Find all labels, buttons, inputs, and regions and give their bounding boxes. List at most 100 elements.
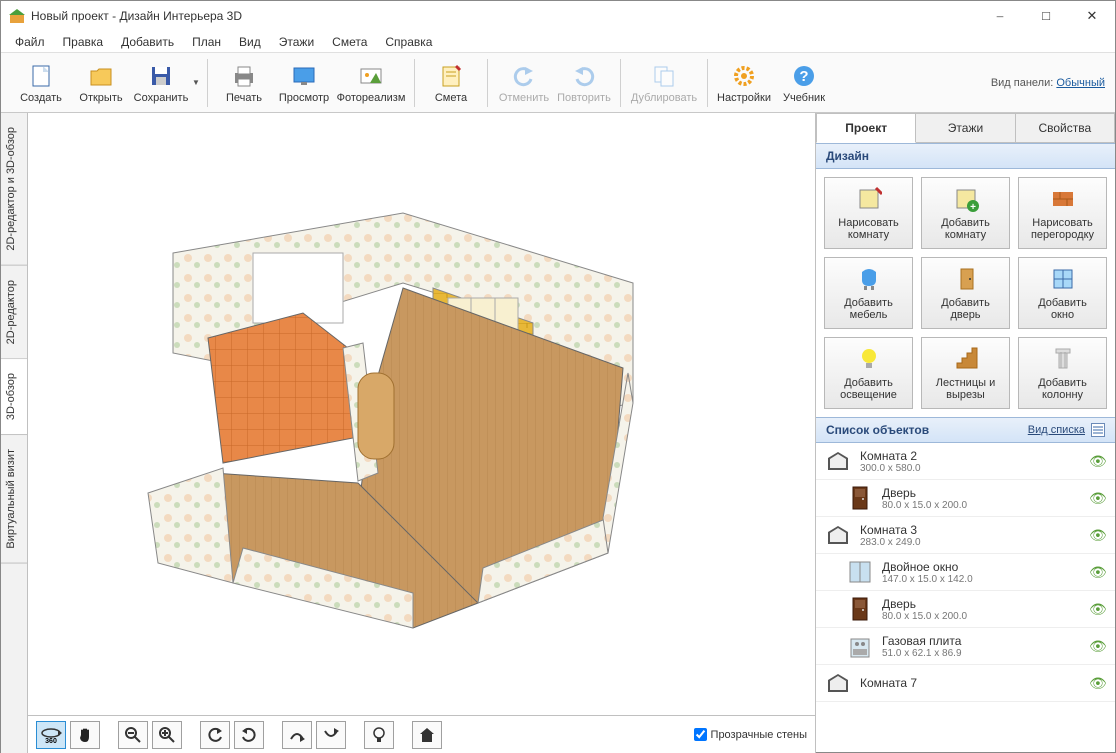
transparent-walls-checkbox[interactable]: Прозрачные стены (694, 728, 807, 741)
titlebar: Новый проект - Дизайн Интерьера 3D – □ ✕ (1, 1, 1115, 31)
toolbar-dropdown-icon[interactable]: ▼ (191, 56, 201, 110)
toolbar-separator (207, 59, 208, 107)
rotate-cw-icon[interactable] (234, 721, 264, 749)
side-tab[interactable]: 2D-редактор и 3D-обзор (1, 113, 27, 266)
right-tab[interactable]: Проект (816, 113, 916, 143)
toolbar-redo-button: Повторить (554, 56, 614, 110)
object-item[interactable]: Комната 3283.0 x 249.0👁 (816, 517, 1115, 554)
tilt-down-icon[interactable] (316, 721, 346, 749)
design-window-button[interactable]: Добавитьокно (1018, 257, 1107, 329)
photo-icon (357, 62, 385, 90)
window-icon (1049, 265, 1077, 293)
toolbar-save-button[interactable]: Сохранить (131, 56, 191, 110)
svg-text:+: + (970, 202, 976, 212)
tilt-up-icon[interactable] (282, 721, 312, 749)
wall-icon (1049, 185, 1077, 213)
toolbar-print-button[interactable]: Печать (214, 56, 274, 110)
draw-room-icon (855, 185, 883, 213)
side-tab[interactable]: Виртуальный визит (1, 435, 27, 564)
3d-viewport[interactable] (28, 113, 815, 715)
chair-icon (855, 265, 883, 293)
pan-icon[interactable] (70, 721, 100, 749)
visibility-eye-icon[interactable]: 👁 (1089, 453, 1107, 470)
design-chair-button[interactable]: Добавитьмебель (824, 257, 913, 329)
design-draw-room-button[interactable]: Нарисоватькомнату (824, 177, 913, 249)
visibility-eye-icon[interactable]: 👁 (1089, 527, 1107, 544)
objects-viewmode-link[interactable]: Вид списка (1028, 424, 1085, 436)
menu-вид[interactable]: Вид (231, 33, 269, 51)
door-icon (846, 595, 874, 623)
list-view-icon[interactable] (1091, 423, 1105, 437)
toolbar-notes-button[interactable]: Смета (421, 56, 481, 110)
rotate-ccw-icon[interactable] (200, 721, 230, 749)
minimize-button[interactable]: – (977, 1, 1023, 31)
redo-icon (570, 62, 598, 90)
design-stairs-button[interactable]: Лестницы ивырезы (921, 337, 1010, 409)
close-button[interactable]: ✕ (1069, 1, 1115, 31)
toolbar-label: Повторить (557, 92, 611, 104)
room-icon (824, 521, 852, 549)
toolbar-dup-button: Дублировать (627, 56, 701, 110)
design-door-button[interactable]: Добавитьдверь (921, 257, 1010, 329)
object-item[interactable]: Газовая плита51.0 x 62.1 x 86.9👁 (816, 628, 1115, 665)
app-icon (9, 8, 25, 24)
toolbar-undo-button: Отменить (494, 56, 554, 110)
design-wall-button[interactable]: Нарисоватьперегородку (1018, 177, 1107, 249)
menu-этажи[interactable]: Этажи (271, 33, 322, 51)
toolbar-folder-button[interactable]: Открыть (71, 56, 131, 110)
toolbar-label: Смета (435, 92, 467, 104)
toolbar-photo-button[interactable]: Фотореализм (334, 56, 408, 110)
toolbar-separator (707, 59, 708, 107)
object-item[interactable]: Комната 7👁 (816, 665, 1115, 702)
visibility-eye-icon[interactable]: 👁 (1089, 490, 1107, 507)
window-title: Новый проект - Дизайн Интерьера 3D (31, 9, 977, 23)
folder-icon (87, 62, 115, 90)
object-item[interactable]: Комната 2300.0 x 580.0👁 (816, 443, 1115, 480)
orbit-360-icon[interactable]: 360 (36, 721, 66, 749)
undo-icon (510, 62, 538, 90)
toolbar-monitor-button[interactable]: Просмотр (274, 56, 334, 110)
right-tab[interactable]: Этажи (916, 113, 1015, 143)
menu-файл[interactable]: Файл (7, 33, 53, 51)
toolbar-gear-button[interactable]: Настройки (714, 56, 774, 110)
bulb-icon[interactable] (364, 721, 394, 749)
door-icon (952, 265, 980, 293)
toolbar-label: Печать (226, 92, 262, 104)
object-item[interactable]: Дверь80.0 x 15.0 x 200.0👁 (816, 480, 1115, 517)
side-tabs: 2D-редактор и 3D-обзор2D-редактор3D-обзо… (1, 113, 28, 753)
menu-справка[interactable]: Справка (377, 33, 440, 51)
menu-план[interactable]: План (184, 33, 229, 51)
zoom-out-icon[interactable] (118, 721, 148, 749)
right-tab[interactable]: Свойства (1016, 113, 1115, 143)
visibility-eye-icon[interactable]: 👁 (1089, 675, 1107, 692)
design-header-label: Дизайн (826, 149, 869, 163)
menu-смета[interactable]: Смета (324, 33, 375, 51)
toolbar: СоздатьОткрытьСохранить▼ Печать ПросмотрФо… (1, 53, 1115, 113)
panel-mode-link[interactable]: Обычный (1056, 77, 1105, 89)
design-add-room-button[interactable]: +Добавитькомнату (921, 177, 1010, 249)
stove-icon (846, 632, 874, 660)
side-tab[interactable]: 3D-обзор (1, 359, 27, 435)
toolbar-doc-button[interactable]: Создать (11, 56, 71, 110)
menu-правка[interactable]: Правка (55, 33, 112, 51)
side-tab[interactable]: 2D-редактор (1, 266, 27, 359)
maximize-button[interactable]: □ (1023, 1, 1069, 31)
design-light-button[interactable]: Добавитьосвещение (824, 337, 913, 409)
design-column-button[interactable]: Добавитьколонну (1018, 337, 1107, 409)
home-icon[interactable] (412, 721, 442, 749)
toolbar-label: Учебник (783, 92, 825, 104)
zoom-in-icon[interactable] (152, 721, 182, 749)
menu-добавить[interactable]: Добавить (113, 33, 182, 51)
object-item[interactable]: Двойное окно147.0 x 15.0 x 142.0👁 (816, 554, 1115, 591)
visibility-eye-icon[interactable]: 👁 (1089, 638, 1107, 655)
floorplan-3d (103, 173, 673, 633)
toolbar-help-button[interactable]: ?Учебник (774, 56, 834, 110)
object-list: Комната 2300.0 x 580.0👁Дверь80.0 x 15.0 … (816, 443, 1115, 753)
right-tabs: ПроектЭтажиСвойства (816, 113, 1115, 143)
visibility-eye-icon[interactable]: 👁 (1089, 601, 1107, 618)
design-header: Дизайн (816, 143, 1115, 169)
visibility-eye-icon[interactable]: 👁 (1089, 564, 1107, 581)
object-item[interactable]: Дверь80.0 x 15.0 x 200.0👁 (816, 591, 1115, 628)
gear-icon (730, 62, 758, 90)
window-icon (846, 558, 874, 586)
